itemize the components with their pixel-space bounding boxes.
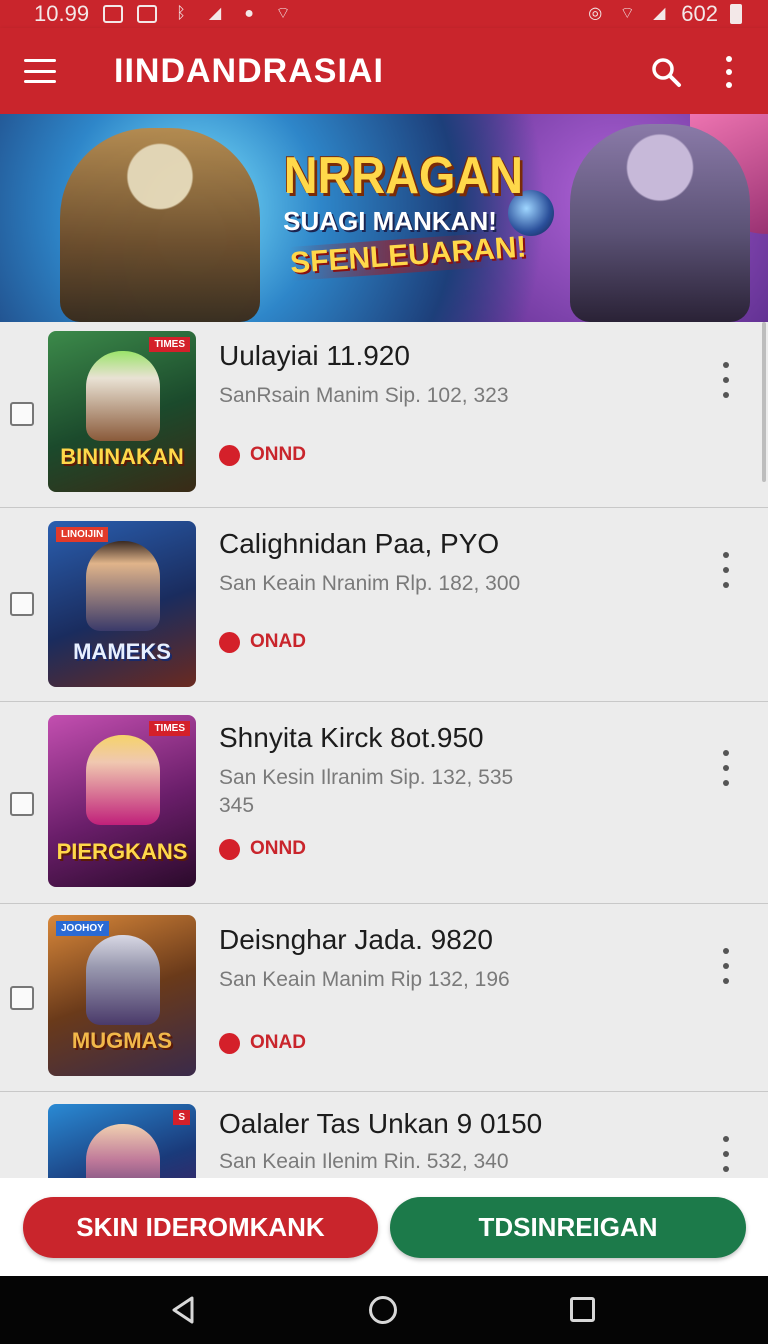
row-more-icon[interactable]: [721, 750, 731, 786]
app-title: IINDANDRASIAI: [114, 51, 384, 90]
row-checkbox[interactable]: [10, 792, 34, 816]
row-checkbox[interactable]: [10, 402, 34, 426]
game-subtitle: San Kesin Ilranim Sip. 132, 535 345: [219, 766, 514, 817]
status-label: ONAD: [250, 631, 306, 652]
status-badge: ONND: [219, 444, 306, 466]
wifi-icon: ⌔: [619, 5, 635, 22]
status-bar: 10.99 ᛒ ◢ ● ⌔ ◎ ⌔ ◢ 602: [0, 0, 768, 28]
image-icon: [103, 5, 124, 23]
thumbnail-caption: PIERGKANS: [56, 839, 188, 864]
status-badge: ONAD: [219, 1032, 306, 1054]
list-item[interactable]: S Oalaler Tas Unkan 9 0150 San Keain Ile…: [0, 1092, 768, 1178]
home-icon[interactable]: [369, 1296, 397, 1324]
game-subtitle: San Keain Ilenim Rin. 532, 340: [219, 1150, 509, 1173]
row-more-icon[interactable]: [721, 552, 731, 588]
thumbnail-tag: TIMES: [149, 337, 190, 352]
list-item[interactable]: LINOIJIN MAMEKS Calighnidan Paa, PYO San…: [0, 508, 768, 702]
thumbnail-tag: S: [173, 1110, 190, 1125]
game-thumbnail[interactable]: LINOIJIN MAMEKS: [48, 521, 196, 687]
secondary-action-button[interactable]: TDSINREIGAN: [390, 1197, 746, 1258]
thumbnail-tag: LINOIJIN: [56, 527, 109, 542]
signal-icon: ◢: [653, 5, 666, 22]
primary-action-button[interactable]: SKIN IDEROMKANK: [23, 1197, 378, 1258]
game-list[interactable]: TIMES BININAKAN Uulayiai 11.920 SanRsain…: [0, 322, 768, 1178]
game-title: Deisnghar Jada. 9820: [219, 924, 493, 955]
game-title: Calighnidan Paa, PYO: [219, 528, 500, 559]
game-subtitle: San Keain Nranim Rlp. 182, 300: [219, 572, 521, 595]
thumbnail-caption: MUGMAS: [71, 1028, 173, 1053]
row-more-icon[interactable]: [721, 1136, 731, 1172]
screenshot-icon: [137, 5, 158, 23]
notification-icon: ●: [244, 5, 254, 22]
status-label: ONND: [250, 444, 306, 465]
status-label: ONND: [250, 838, 306, 859]
bluetooth-icon: ᛒ: [176, 5, 186, 22]
thumbnail-caption: MAMEKS: [73, 639, 171, 664]
system-nav-bar: [0, 1276, 768, 1344]
recents-icon[interactable]: [570, 1297, 595, 1322]
hero-wolf-image: [570, 124, 750, 322]
game-subtitle: SanRsain Manim Sip. 102, 323: [219, 384, 509, 407]
alarm-icon: ◎: [588, 5, 603, 22]
more-vert-icon[interactable]: [722, 56, 736, 88]
row-more-icon[interactable]: [721, 948, 731, 984]
game-title: Shnyita Kirck 8ot.950: [219, 722, 484, 753]
back-icon[interactable]: [171, 1296, 195, 1324]
status-label: ONAD: [250, 1032, 306, 1053]
list-item[interactable]: TIMES BININAKAN Uulayiai 11.920 SanRsain…: [0, 322, 768, 508]
wifi-icon: ⌔: [275, 5, 291, 22]
list-item[interactable]: JOOHOY MUGMAS Deisnghar Jada. 9820 San K…: [0, 904, 768, 1092]
game-thumbnail[interactable]: S: [48, 1104, 196, 1178]
game-thumbnail[interactable]: TIMES BININAKAN: [48, 331, 196, 492]
app-bar: IINDANDRASIAI: [0, 28, 768, 114]
menu-icon[interactable]: [24, 59, 56, 83]
game-thumbnail[interactable]: TIMES PIERGKANS: [48, 715, 196, 887]
app-screen: 10.99 ᛒ ◢ ● ⌔ ◎ ⌔ ◢ 602 IINDANDRASIAI NR…: [0, 0, 768, 1344]
row-more-icon[interactable]: [721, 362, 731, 398]
thumbnail-caption: BININAKAN: [60, 444, 184, 469]
status-badge: ONAD: [219, 631, 306, 653]
thumbnail-tag: JOOHOY: [56, 921, 109, 936]
game-thumbnail[interactable]: JOOHOY MUGMAS: [48, 915, 196, 1076]
promo-banner[interactable]: NRRAGAN SUAGI MANKAN! SFENLEUARAN!: [0, 114, 768, 322]
list-item[interactable]: TIMES PIERGKANS Shnyita Kirck 8ot.950 Sa…: [0, 702, 768, 904]
row-checkbox[interactable]: [10, 592, 34, 616]
banner-subheadline: SUAGI MANKAN!: [283, 206, 497, 236]
game-title: Uulayiai 11.920: [219, 340, 410, 371]
banner-tagline: SFENLEUARAN!: [289, 230, 528, 281]
thumbnail-tag: TIMES: [149, 721, 190, 736]
battery-level: 602: [681, 1, 718, 26]
row-checkbox[interactable]: [10, 986, 34, 1010]
game-title: Oalaler Tas Unkan 9 0150: [219, 1108, 543, 1139]
status-time: 10.99: [34, 1, 90, 26]
battery-icon: [730, 4, 742, 24]
hero-warrior-image: [60, 128, 260, 322]
search-icon[interactable]: [650, 56, 682, 88]
bottom-action-bar: SKIN IDEROMKANK TDSINREIGAN: [0, 1178, 768, 1276]
status-badge: ONND: [219, 838, 306, 860]
banner-headline: NRRAGAN: [283, 147, 523, 205]
game-subtitle: San Keain Manim Rip 132, 196: [219, 968, 510, 991]
signal-icon: ◢: [208, 5, 222, 22]
